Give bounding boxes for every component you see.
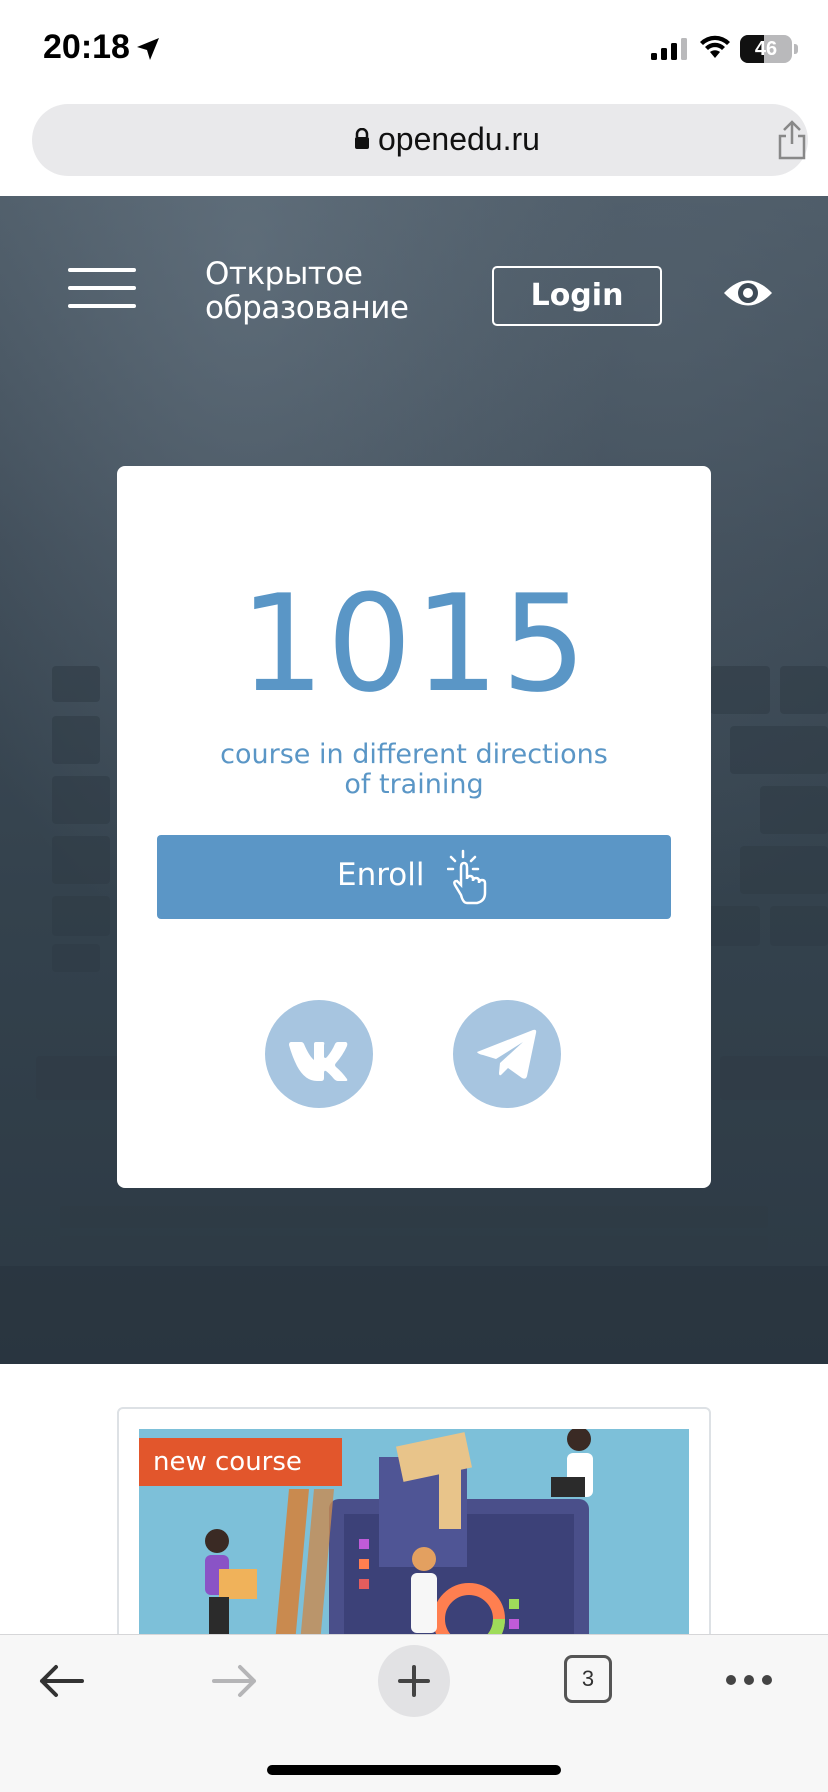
tabs-button[interactable]: 3 <box>564 1655 612 1703</box>
enroll-button[interactable]: Enroll <box>157 835 671 919</box>
eye-icon[interactable] <box>722 276 774 310</box>
caption-line2: of training <box>344 769 484 800</box>
forward-icon[interactable] <box>210 1661 260 1701</box>
login-button[interactable]: Login <box>492 266 662 326</box>
status-time: 20:18 <box>43 28 130 66</box>
course-count-caption: course in different directions of traini… <box>157 740 671 800</box>
location-arrow-icon <box>137 38 159 60</box>
menu-icon-bar <box>68 286 136 290</box>
enroll-label: Enroll <box>337 857 425 893</box>
wifi-icon <box>700 35 730 58</box>
menu-button[interactable] <box>68 268 136 310</box>
signal-icon <box>651 38 687 60</box>
course-count: 1015 <box>239 566 589 722</box>
site-logo[interactable]: Открытое образование <box>205 256 455 326</box>
logo-text-line1: Открытое <box>205 256 363 292</box>
menu-icon <box>68 268 136 272</box>
logo-text-line2: образование <box>205 290 409 326</box>
pointer-icon <box>447 849 487 905</box>
share-icon[interactable] <box>774 120 810 160</box>
plus-icon <box>398 1665 430 1697</box>
telegram-button[interactable] <box>453 1000 561 1108</box>
home-indicator <box>267 1765 561 1775</box>
lock-icon <box>355 128 369 149</box>
battery-icon: 46 <box>740 35 792 63</box>
more-icon[interactable] <box>725 1673 773 1687</box>
menu-icon-bar <box>68 304 136 308</box>
caption-line1: course in different directions <box>220 739 608 770</box>
address-bar[interactable]: openedu.ru <box>32 104 808 176</box>
telegram-icon <box>477 1029 537 1079</box>
vk-button[interactable] <box>265 1000 373 1108</box>
url-text[interactable]: openedu.ru <box>378 121 540 158</box>
battery-cap <box>794 44 798 54</box>
battery-percent: 46 <box>754 38 778 60</box>
new-course-badge: new course <box>139 1438 342 1486</box>
back-icon[interactable] <box>36 1661 86 1701</box>
vk-icon <box>289 1042 348 1081</box>
courses-card: 1015 course in different directions of t… <box>117 466 711 1188</box>
new-tab-button[interactable] <box>378 1645 450 1717</box>
hero-section: Открытое образование Login 1015 course i… <box>0 196 828 1364</box>
status-bar: 20:18 46 <box>0 0 828 96</box>
